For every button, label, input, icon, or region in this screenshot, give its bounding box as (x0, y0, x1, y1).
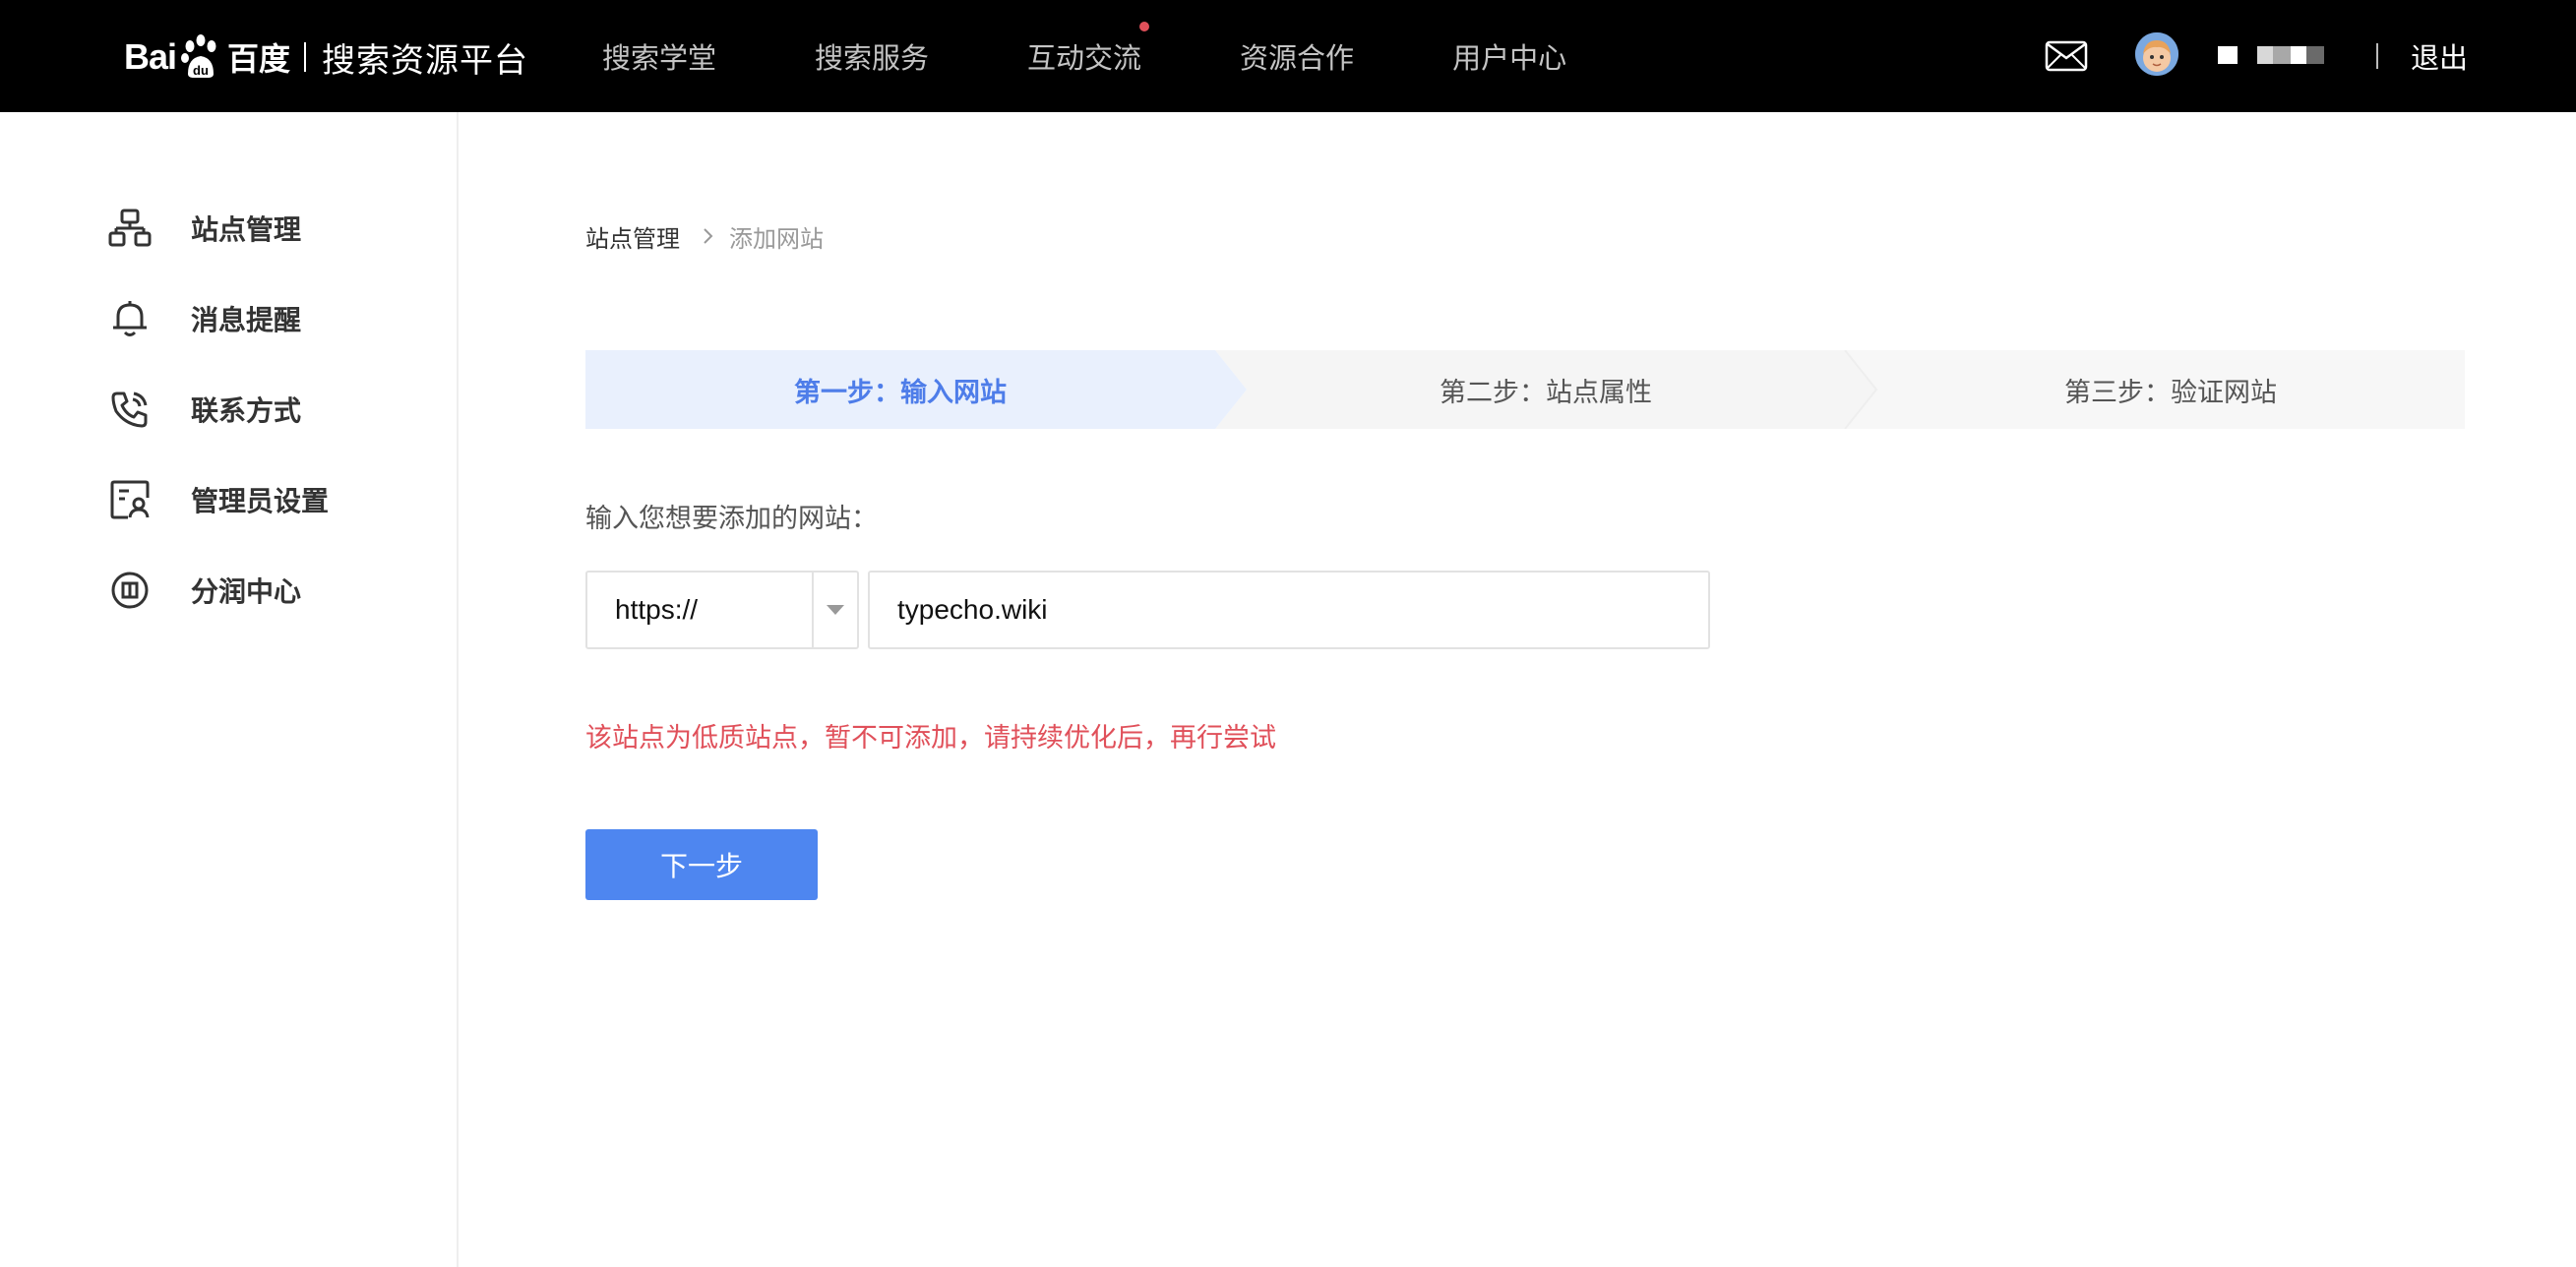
logo-text-bai: Bai (124, 36, 177, 77)
next-step-button[interactable]: 下一步 (585, 829, 818, 900)
header-divider (2376, 43, 2378, 69)
breadcrumb-current: 添加网站 (729, 224, 824, 253)
nav-item-search-service[interactable]: 搜索服务 (815, 35, 929, 77)
step-3-tab: 第三步：验证网站 (2064, 377, 2277, 408)
top-nav: 搜索学堂 搜索服务 互动交流 资源合作 用户中心 (602, 0, 1665, 112)
nav-item-resource-cooperation[interactable]: 资源合作 (1240, 35, 1354, 77)
website-url-input[interactable] (868, 571, 1710, 649)
paw-icon: du (181, 34, 216, 78)
breadcrumb: 站点管理 添加网站 (585, 218, 824, 254)
sidebar-item-revenue-center[interactable]: 分润中心 (108, 566, 301, 615)
url-field-label: 输入您想要添加的网站： (585, 504, 878, 534)
nav-item-label: 搜索服务 (815, 41, 930, 75)
nav-item-label: 互动交流 (1027, 41, 1142, 75)
baidu-logo[interactable]: Bai du 百度 搜索资源平台 (124, 18, 528, 96)
site-tree-icon (108, 207, 152, 250)
notification-dot (1139, 22, 1150, 31)
sidebar-item-admin-settings[interactable]: 管理员设置 (108, 475, 329, 524)
phone-icon (108, 388, 152, 431)
nav-item-label: 用户中心 (1452, 41, 1567, 75)
nav-item-label: 资源合作 (1240, 41, 1355, 75)
step-1-tab: 第一步：输入网站 (794, 377, 1007, 408)
step-indicator: 第一步：输入网站 第二步：站点属性 第三步：验证网站 (585, 350, 2465, 429)
protocol-selected-value: https:// (615, 594, 699, 625)
breadcrumb-root-link[interactable]: 站点管理 (585, 219, 680, 254)
sidebar-item-label: 消息提醒 (191, 304, 302, 336)
top-header: Bai du 百度 搜索资源平台 搜索学堂 搜索服务 互动交流 资源合作 用户中… (0, 0, 2576, 112)
nav-item-interaction[interactable]: 互动交流 (1027, 22, 1150, 77)
caret-down-icon[interactable] (824, 602, 847, 618)
revenue-circle-icon (108, 569, 152, 612)
mail-icon[interactable] (2045, 39, 2088, 73)
logo-divider (304, 42, 307, 72)
logout-link[interactable]: 退出 (2411, 35, 2468, 77)
sidebar-item-label: 站点管理 (191, 213, 302, 246)
sidebar-item-site-management[interactable]: 站点管理 (108, 204, 301, 253)
protocol-select[interactable]: https:// (585, 571, 859, 649)
avatar[interactable] (2135, 32, 2178, 76)
sidebar-item-label: 联系方式 (191, 394, 302, 427)
platform-name: 搜索资源平台 (322, 40, 529, 81)
sidebar-item-label: 管理员设置 (191, 485, 330, 517)
bell-icon (108, 297, 152, 340)
sidebar: 站点管理 消息提醒 联系方式 管理员设置 分润中心 (0, 112, 459, 1267)
svg-text:du: du (193, 63, 209, 78)
sidebar-item-contact[interactable]: 联系方式 (108, 385, 301, 434)
logo-text-baidu-cn: 百度 (227, 40, 291, 78)
nav-item-label: 搜索学堂 (602, 41, 717, 75)
avatar-image (2135, 32, 2178, 76)
nav-item-search-academy[interactable]: 搜索学堂 (602, 35, 716, 77)
username-masked[interactable] (2218, 45, 2336, 65)
select-divider (812, 573, 814, 647)
error-message: 该站点为低质站点，暂不可添加，请持续优化后，再行尝试 (585, 723, 1276, 754)
step-2-tab: 第二步：站点属性 (1440, 377, 1652, 408)
sidebar-item-label: 分润中心 (191, 575, 302, 608)
sidebar-item-message-alerts[interactable]: 消息提醒 (108, 294, 301, 343)
chevron-right-icon (704, 228, 713, 244)
nav-item-user-center[interactable]: 用户中心 (1452, 35, 1566, 77)
admin-card-icon (108, 478, 152, 521)
